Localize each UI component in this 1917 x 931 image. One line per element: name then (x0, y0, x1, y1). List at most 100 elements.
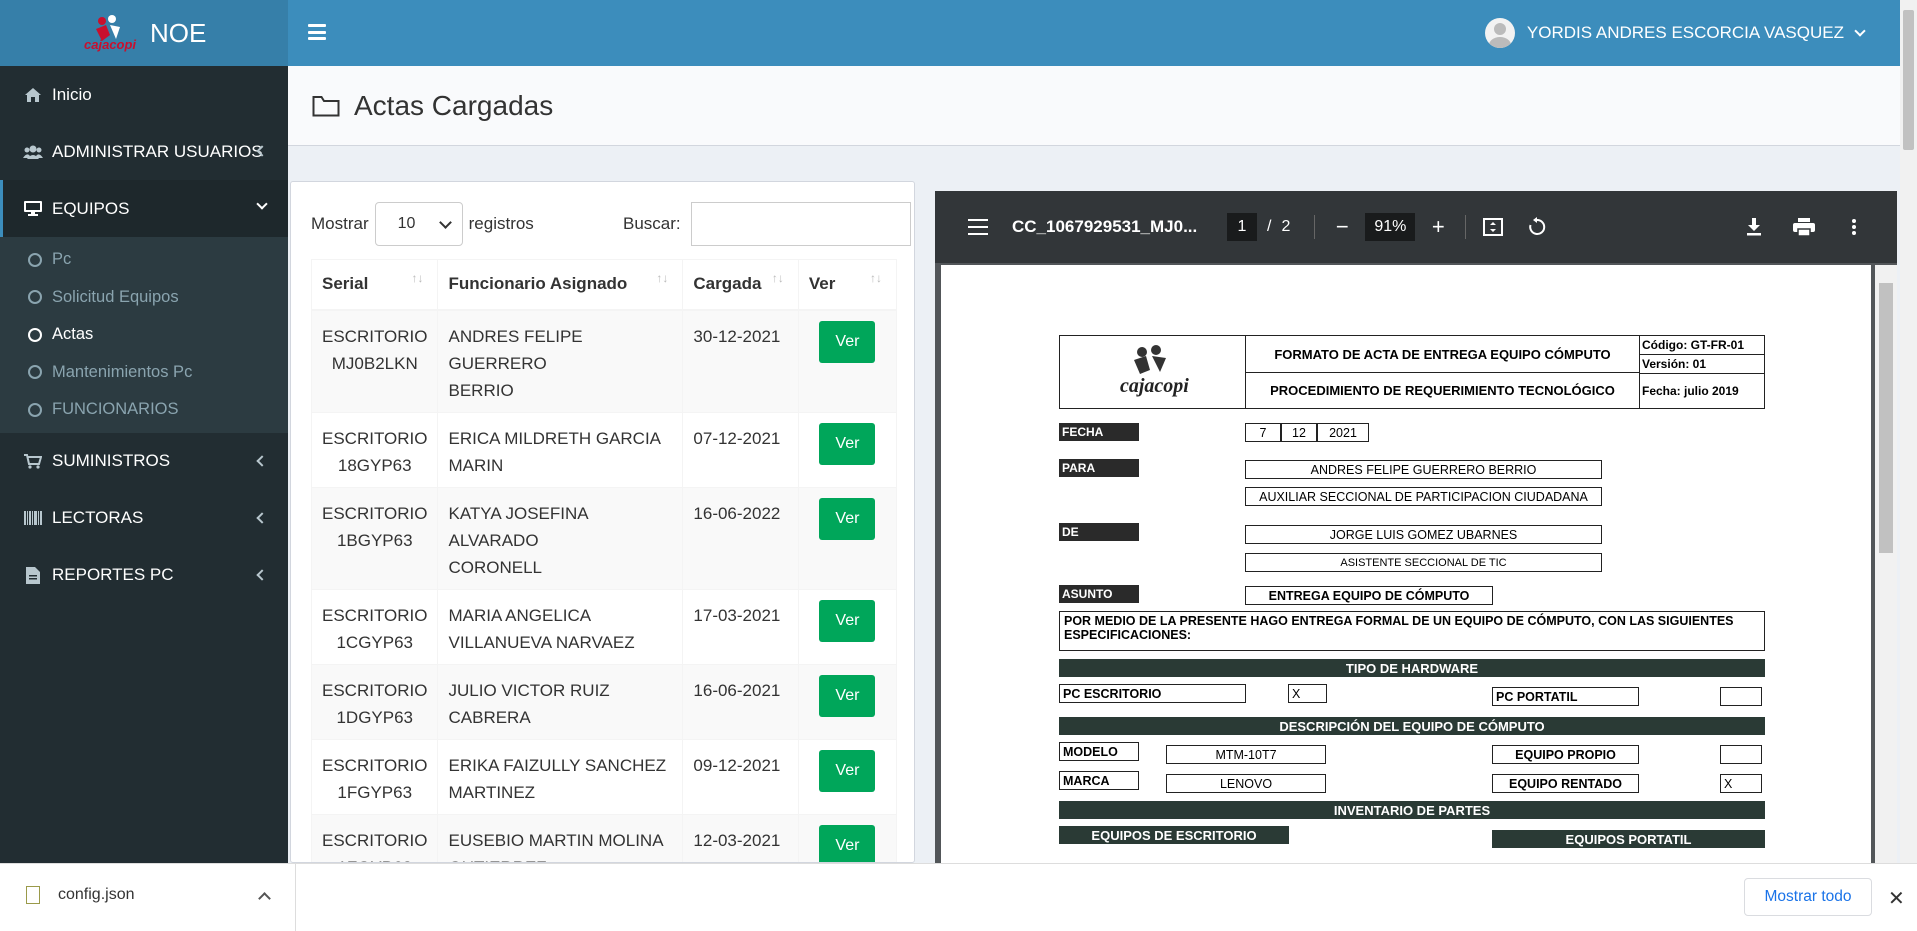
chevron-left-icon (256, 511, 268, 524)
column-header-cargada[interactable]: Cargada ↑↓ (682, 259, 799, 311)
ver-button[interactable]: Ver (819, 599, 876, 642)
zoom-input[interactable]: 91% (1365, 213, 1416, 241)
logo-area[interactable]: cajacopi NOE (0, 0, 288, 66)
user-menu[interactable]: YORDIS ANDRES ESCORCIA VASQUEZ (1484, 0, 1866, 66)
search-control: Buscar: (623, 202, 911, 246)
sidebar-item-reportes-pc[interactable]: REPORTES PC (0, 547, 288, 604)
field-pc-portatil: PC PORTATIL (1492, 687, 1639, 706)
ver-button[interactable]: Ver (819, 749, 876, 792)
sidebar-item-suministros[interactable]: SUMINISTROS (0, 433, 288, 490)
circle-icon (28, 365, 42, 380)
cell-serial: ESCRITORIO1FGYP63 (310, 738, 439, 815)
label-asunto: ASUNTO (1059, 585, 1139, 603)
sidebar-item-equipos[interactable]: EQUIPOS (0, 180, 288, 237)
sidebar-item-administrar-usuarios[interactable]: ADMINISTRAR USUARIOS (0, 123, 288, 180)
submenu-item-label: Mantenimientos Pc (52, 362, 193, 381)
close-icon[interactable]: ✕ (1888, 886, 1905, 911)
menu-icon[interactable] (968, 219, 988, 235)
chevron-left-icon (256, 568, 268, 581)
cell-cargada: 07-12-2021 (682, 411, 799, 488)
sidebar-item-lectoras[interactable]: LECTORAS (0, 490, 288, 547)
column-header-serial[interactable]: Serial ↑↓ (310, 259, 439, 311)
chevron-down-icon (1854, 24, 1866, 37)
cell-funcionario: ERICA MILDRETH GARCIA MARIN (437, 411, 684, 488)
users-icon (22, 145, 44, 159)
page-number-input[interactable]: 1 (1227, 213, 1257, 241)
top-navbar: YORDIS ANDRES ESCORCIA VASQUEZ (288, 0, 1900, 66)
download-item[interactable]: config.json (26, 886, 135, 904)
ver-button[interactable]: Ver (819, 674, 876, 717)
column-header-ver[interactable]: Ver ↑↓ (797, 259, 898, 311)
cell-funcionario: ANDRES FELIPE GUERRERO BERRIO (437, 309, 684, 413)
sort-icon: ↑↓ (656, 271, 669, 285)
submenu-item-pc[interactable]: Pc (0, 241, 288, 279)
table-header-row: Serial ↑↓ Funcionario Asignado ↑↓ Cargada ↑… (310, 259, 898, 311)
column-header-funcionario[interactable]: Funcionario Asignado ↑↓ (437, 259, 684, 311)
records-label: registros (468, 214, 534, 233)
folder-icon (312, 95, 340, 116)
rotate-icon[interactable] (1524, 214, 1550, 240)
pdf-scrollbar[interactable] (1875, 265, 1897, 863)
cell-ver: Ver (797, 309, 898, 413)
chevron-left-icon (256, 454, 268, 467)
sort-icon: ↑↓ (771, 271, 784, 285)
field-month: 12 (1281, 423, 1317, 442)
table-row: ESCRITORIO 1BGYP63 KATYA JOSEFINA ALVARADO… (310, 486, 898, 590)
sidebar-item-inicio[interactable]: Inicio (0, 66, 288, 123)
actas-table: Serial ↑↓ Funcionario Asignado ↑↓ Cargada ↑… (310, 259, 898, 862)
download-filename: config.json (58, 886, 135, 903)
pdf-toolbar: CC_1067929531_MJ0... 1 / 2 − 91% + (935, 191, 1897, 263)
cell-serial: ESCRITORIO 1DGYP63 (310, 663, 439, 740)
content-header: Actas Cargadas (288, 66, 1900, 146)
page-scrollbar[interactable] (1900, 0, 1917, 863)
field-marca: LENOVO (1166, 774, 1326, 793)
cell-funcionario: KATYA JOSEFINA ALVARADO CORONELL (437, 486, 684, 590)
field-para-role: AUXILIAR SECCIONAL DE PARTICIPACION CIUD… (1245, 487, 1602, 506)
show-all-button[interactable]: Mostrar todo (1744, 878, 1872, 916)
sidebar-item-label: REPORTES PC (52, 565, 174, 584)
table-row: ESCRITORIO 18GYP63 ERICA MILDRETH GARCIA MA… (310, 411, 898, 488)
download-icon[interactable] (1741, 214, 1767, 240)
field-equipo-propio: EQUIPO PROPIO (1492, 745, 1639, 764)
submenu-item-solicitud-equipos[interactable]: Solicitud Equipos (0, 279, 288, 317)
cell-ver: Ver (797, 813, 898, 862)
section-inventario-partes: INVENTARIO DE PARTES (1059, 801, 1765, 819)
print-icon[interactable] (1791, 214, 1817, 240)
submenu-item-actas[interactable]: Actas (0, 316, 288, 354)
more-vert-icon[interactable] (1841, 214, 1867, 240)
cell-funcionario: EUSEBIO MARTIN MOLINAGUTIERREZ (437, 813, 684, 862)
chevron-up-icon[interactable] (258, 892, 271, 905)
ver-button[interactable]: Ver (819, 824, 876, 862)
field-mark-rentado: X (1720, 774, 1762, 793)
cell-cargada: 16-06-2021 (682, 663, 799, 740)
actas-table-box: Mostrar 10 registros Buscar: Serial ↑↓ Fu… (290, 181, 915, 863)
ver-button[interactable]: Ver (819, 320, 876, 363)
cell-serial: ESCRITORIO 1BGYP63 (310, 486, 439, 590)
field-mark-portatil (1720, 687, 1762, 706)
table-row: ESCRITORIO 1DGYP63 JULIO VICTOR RUIZ CABRER… (310, 663, 898, 740)
section-descripcion-equipo: DESCRIPCIÓN DEL EQUIPO DE CÓMPUTO (1059, 717, 1765, 735)
sidebar: Inicio ADMINISTRAR USUARIOS EQUIPOS Pc S… (0, 66, 288, 863)
brand-name: NOE (150, 17, 207, 48)
page-size-select[interactable]: 10 (374, 202, 463, 246)
field-modelo: MTM-10T7 (1166, 745, 1326, 764)
logo-wordmark: cajacopi (84, 37, 136, 52)
fit-page-icon[interactable] (1480, 214, 1506, 240)
submenu-item-funcionarios[interactable]: FUNCIONARIOS (0, 391, 288, 429)
page-separator: / (1267, 218, 1272, 235)
circle-icon (28, 290, 42, 305)
pdf-filename: CC_1067929531_MJ0... (1012, 217, 1198, 236)
sidebar-toggle-icon[interactable] (308, 24, 326, 40)
sidebar-item-label: Inicio (52, 84, 92, 104)
ver-button[interactable]: Ver (819, 497, 876, 540)
submenu-item-mantenimientos-pc[interactable]: Mantenimientos Pc (0, 354, 288, 392)
zoom-out-icon[interactable]: − (1329, 214, 1355, 240)
cell-serial: ESCRITORIO 18GYP63 (310, 411, 439, 488)
search-input[interactable] (690, 202, 911, 246)
cajacopi-logo: cajacopi (84, 15, 136, 52)
zoom-in-icon[interactable]: + (1425, 214, 1451, 240)
ver-button[interactable]: Ver (819, 422, 876, 465)
submenu-item-label: Solicitud Equipos (52, 287, 179, 306)
file-text-icon (22, 566, 44, 584)
document-version: Versión: 01 (1640, 355, 1764, 374)
